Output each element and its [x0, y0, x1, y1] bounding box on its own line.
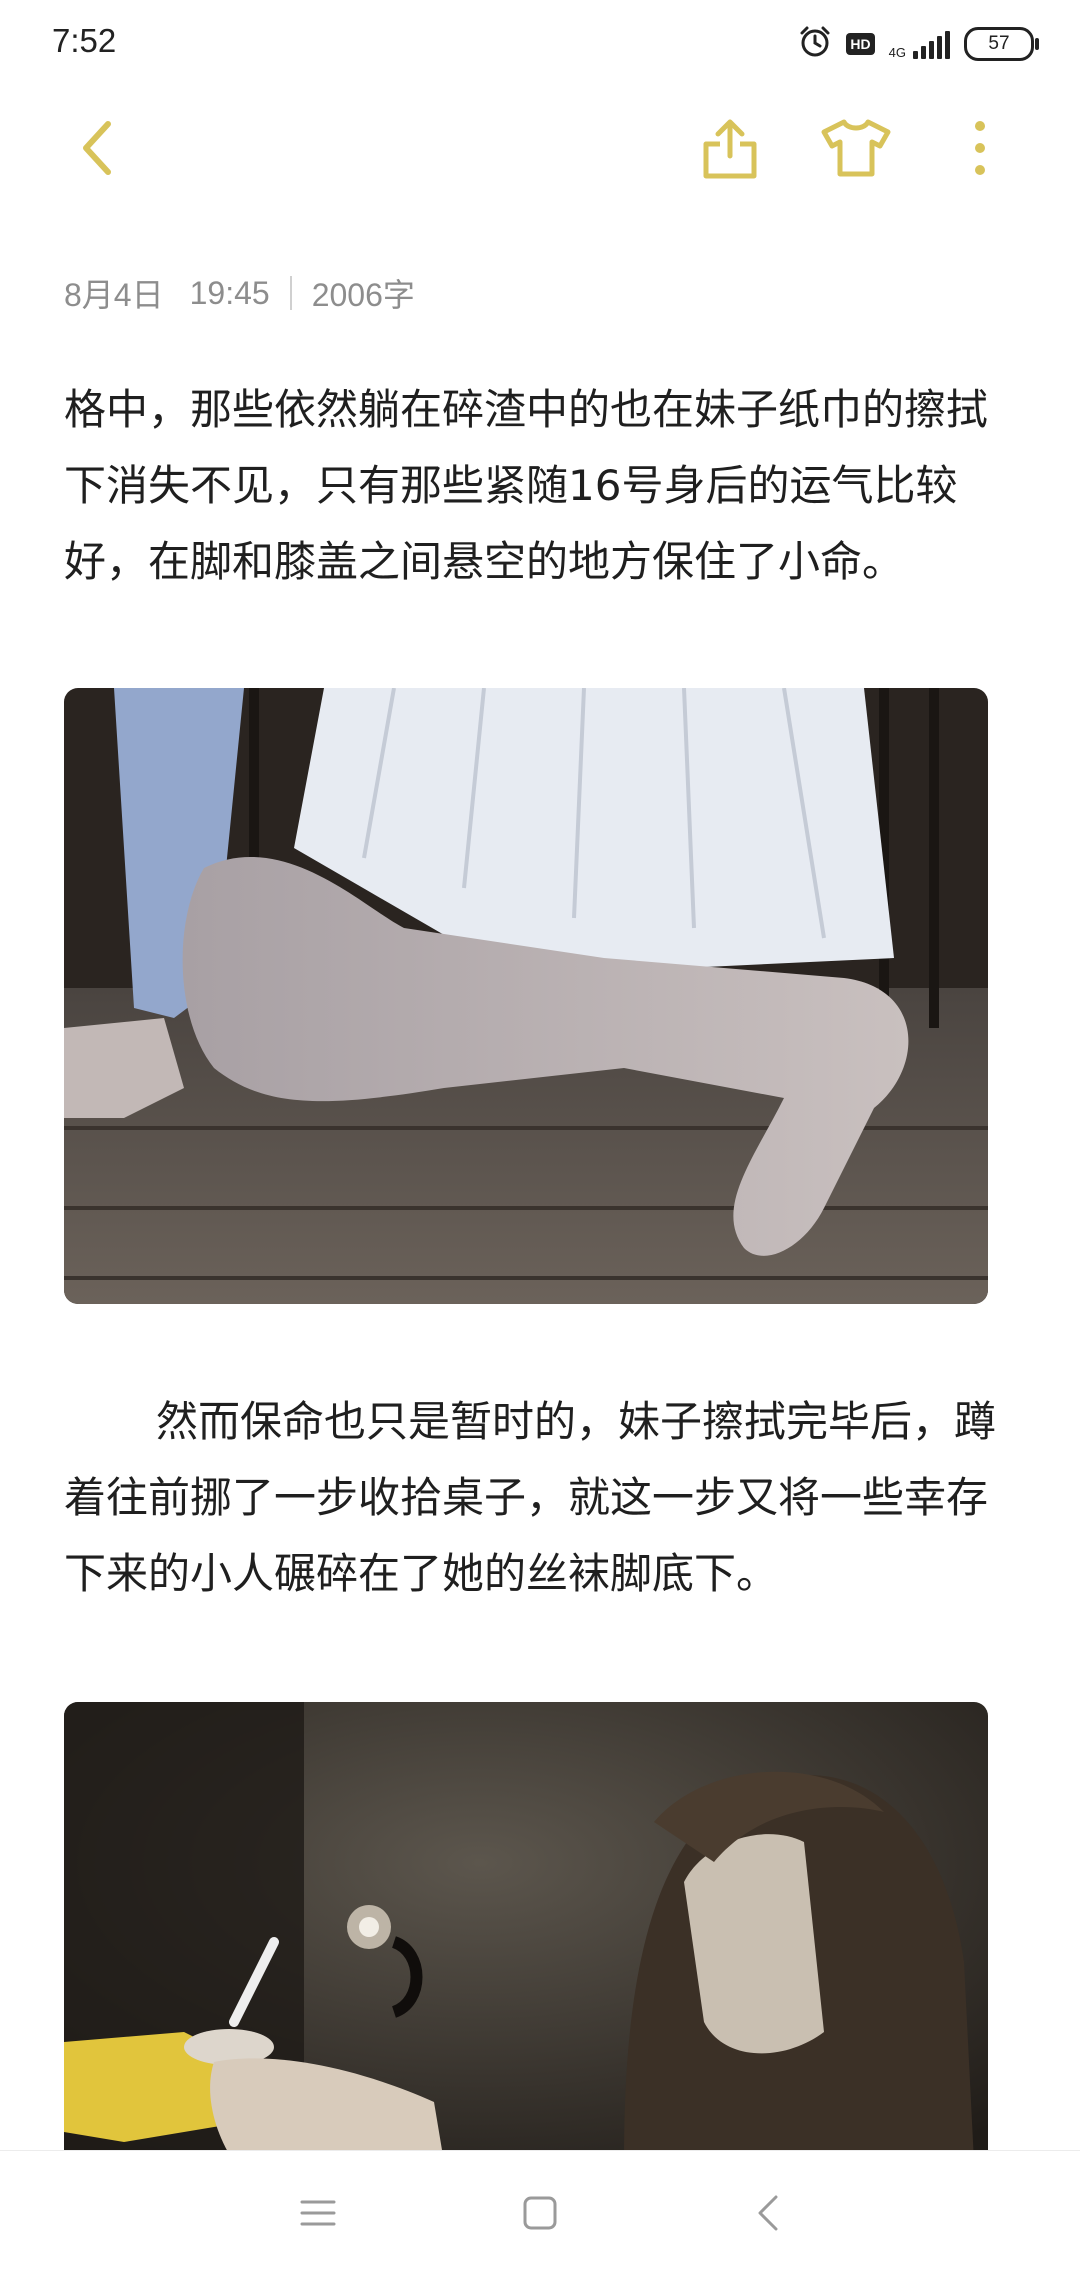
more-button[interactable]: [940, 110, 1020, 190]
battery-level: 57: [988, 33, 1010, 54]
system-nav-bar: [0, 2150, 1080, 2281]
back-chevron-icon: [78, 120, 118, 180]
nav-back-button[interactable]: [738, 2185, 798, 2245]
signal-icon: 4G: [889, 29, 950, 59]
home-button[interactable]: [510, 2185, 570, 2245]
note-toolbar: [0, 110, 1080, 190]
note-paragraph-1[interactable]: 格中，那些依然躺在碎渣中的也在妹子纸巾的擦拭下消失不见，只有那些紧随16号身后的…: [64, 372, 1004, 600]
status-time: 7:52: [52, 22, 117, 59]
hd-icon: HD: [846, 33, 875, 55]
note-image-2-graphic: [64, 1702, 988, 2162]
note-meta: 8月4日 19:45 2006字: [64, 270, 415, 316]
note-image-1[interactable]: [64, 688, 988, 1304]
status-bar: 7:52 HD 4G 57: [0, 0, 1080, 90]
note-time: 19:45: [189, 274, 270, 311]
network-type-label: 4G: [888, 45, 906, 60]
note-image-1-graphic: [64, 688, 988, 1304]
alarm-icon: [798, 25, 832, 63]
note-image-2[interactable]: [64, 1702, 988, 2162]
home-square-icon: [522, 2195, 558, 2235]
share-button[interactable]: [690, 110, 770, 190]
meta-divider: [289, 276, 292, 310]
theme-shirt-icon: [820, 118, 892, 182]
menu-button[interactable]: [288, 2185, 348, 2245]
battery-icon: 57: [964, 27, 1039, 61]
theme-button[interactable]: [816, 110, 896, 190]
note-date: 8月4日: [64, 277, 164, 313]
share-icon: [700, 116, 760, 184]
note-paragraph-2[interactable]: 然而保命也只是暂时的，妹子擦拭完毕后，蹲着往前挪了一步收拾桌子，就这一步又将一些…: [64, 1384, 1004, 1612]
word-count: 2006字: [311, 277, 415, 313]
status-icons: HD 4G 57: [798, 24, 1039, 64]
back-button[interactable]: [58, 110, 138, 190]
back-icon: [756, 2194, 780, 2236]
menu-icon: [300, 2198, 336, 2232]
more-vertical-icon: [973, 120, 987, 180]
